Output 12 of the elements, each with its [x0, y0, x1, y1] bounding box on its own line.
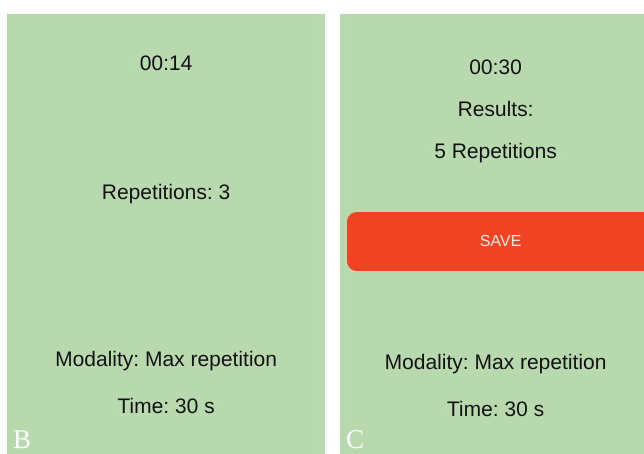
timer-text: 00:14: [140, 51, 192, 77]
time-text: Time: 30 s: [117, 394, 215, 420]
modality-text: Modality: Max repetition: [384, 350, 606, 376]
result-text: 5 Repetitions: [434, 139, 557, 165]
save-button[interactable]: SAVE: [347, 212, 644, 271]
timer-text: 00:30: [469, 55, 522, 81]
time-text: Time: 30 s: [446, 397, 544, 423]
modality-text: Modality: Max repetition: [55, 347, 277, 373]
result-text: Results:: [458, 97, 534, 123]
panel-label: C: [346, 424, 364, 454]
panel-label: B: [13, 424, 32, 454]
result-text: Repetitions: 3: [102, 180, 230, 206]
